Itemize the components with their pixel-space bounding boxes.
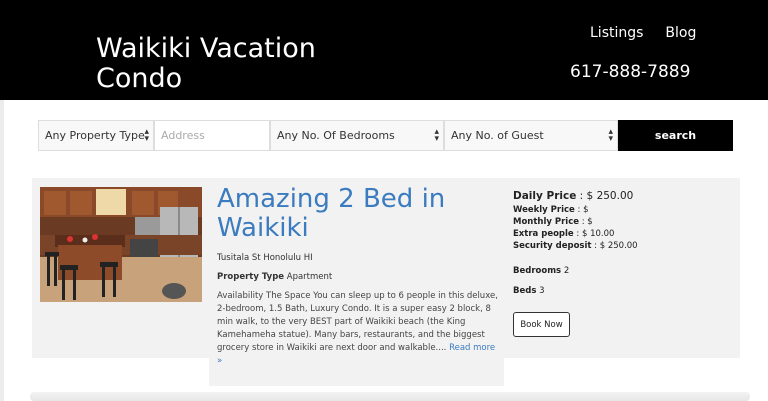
- monthly-price-value: : $: [581, 217, 593, 227]
- daily-price: Daily Price : $ 250.00: [513, 190, 733, 202]
- listing-description: Availability The Space You can sleep up …: [217, 290, 502, 368]
- bedrooms-info: Bedrooms 2: [513, 266, 733, 276]
- bedrooms-value: Any No. Of Bedrooms: [277, 129, 395, 142]
- monthly-price-label: Monthly Price: [513, 217, 580, 227]
- search-bar: Any Property Type ▴ ▾ Address Any No. Of …: [38, 120, 733, 151]
- listing-title[interactable]: Amazing 2 Bed in Waikiki: [217, 185, 497, 243]
- phone-number[interactable]: 617-888-7889: [570, 62, 690, 82]
- property-type-value: Any Property Type: [45, 129, 145, 142]
- beds-label: Beds: [513, 286, 537, 296]
- bedrooms-count: 2: [563, 266, 570, 276]
- property-type-value: Apartment: [286, 272, 333, 282]
- beds-info: Beds 3: [513, 286, 733, 296]
- kitchen-image: [40, 187, 202, 302]
- bedrooms-select[interactable]: Any No. Of Bedrooms ▴ ▾: [270, 120, 444, 151]
- weekly-price-value: : $: [577, 205, 589, 215]
- left-edge-divider: [0, 100, 4, 401]
- next-card-shadow: [30, 392, 750, 401]
- monthly-price: Monthly Price : $: [513, 216, 733, 228]
- main-nav: Listings Blog: [590, 25, 696, 41]
- beds-count: 3: [539, 286, 545, 296]
- extra-people-label: Extra people: [513, 229, 574, 239]
- book-now-button[interactable]: Book Now: [513, 312, 570, 337]
- select-arrow-icon: ▴ ▾: [434, 127, 439, 144]
- bedrooms-label: Bedrooms: [513, 266, 562, 276]
- extra-people: Extra people : $ 10.00: [513, 228, 733, 240]
- guests-value: Any No. of Guest: [451, 129, 544, 142]
- extra-people-value: : $ 10.00: [576, 229, 615, 239]
- price-panel: Daily Price : $ 250.00 Weekly Price : $ …: [513, 190, 733, 296]
- weekly-price-label: Weekly Price: [513, 205, 575, 215]
- listing-address: Tusitala St Honolulu HI: [217, 253, 313, 263]
- property-type-label: Property Type: [217, 272, 285, 282]
- nav-blog-link[interactable]: Blog: [665, 25, 696, 41]
- select-arrow-icon: ▴ ▾: [144, 127, 149, 144]
- site-title[interactable]: Waikiki Vacation Condo: [96, 34, 356, 94]
- daily-price-value: : $ 250.00: [579, 190, 634, 202]
- weekly-price: Weekly Price : $: [513, 204, 733, 216]
- select-arrow-icon: ▴ ▾: [608, 127, 613, 144]
- listing-photo[interactable]: [40, 187, 202, 302]
- daily-price-label: Daily Price: [513, 190, 577, 202]
- site-header: Waikiki Vacation Condo Listings Blog 617…: [0, 0, 768, 100]
- search-button[interactable]: search: [618, 120, 733, 151]
- security-deposit-value: : $ 250.00: [594, 241, 638, 251]
- guests-select[interactable]: Any No. of Guest ▴ ▾: [444, 120, 618, 151]
- address-input[interactable]: Address: [154, 120, 270, 151]
- security-deposit-label: Security deposit: [513, 241, 592, 251]
- security-deposit: Security deposit : $ 250.00: [513, 240, 733, 252]
- address-placeholder: Address: [161, 129, 205, 142]
- property-type-select[interactable]: Any Property Type ▴ ▾: [38, 120, 154, 151]
- nav-listings-link[interactable]: Listings: [590, 25, 643, 41]
- property-type-line: Property Type Apartment: [217, 272, 332, 282]
